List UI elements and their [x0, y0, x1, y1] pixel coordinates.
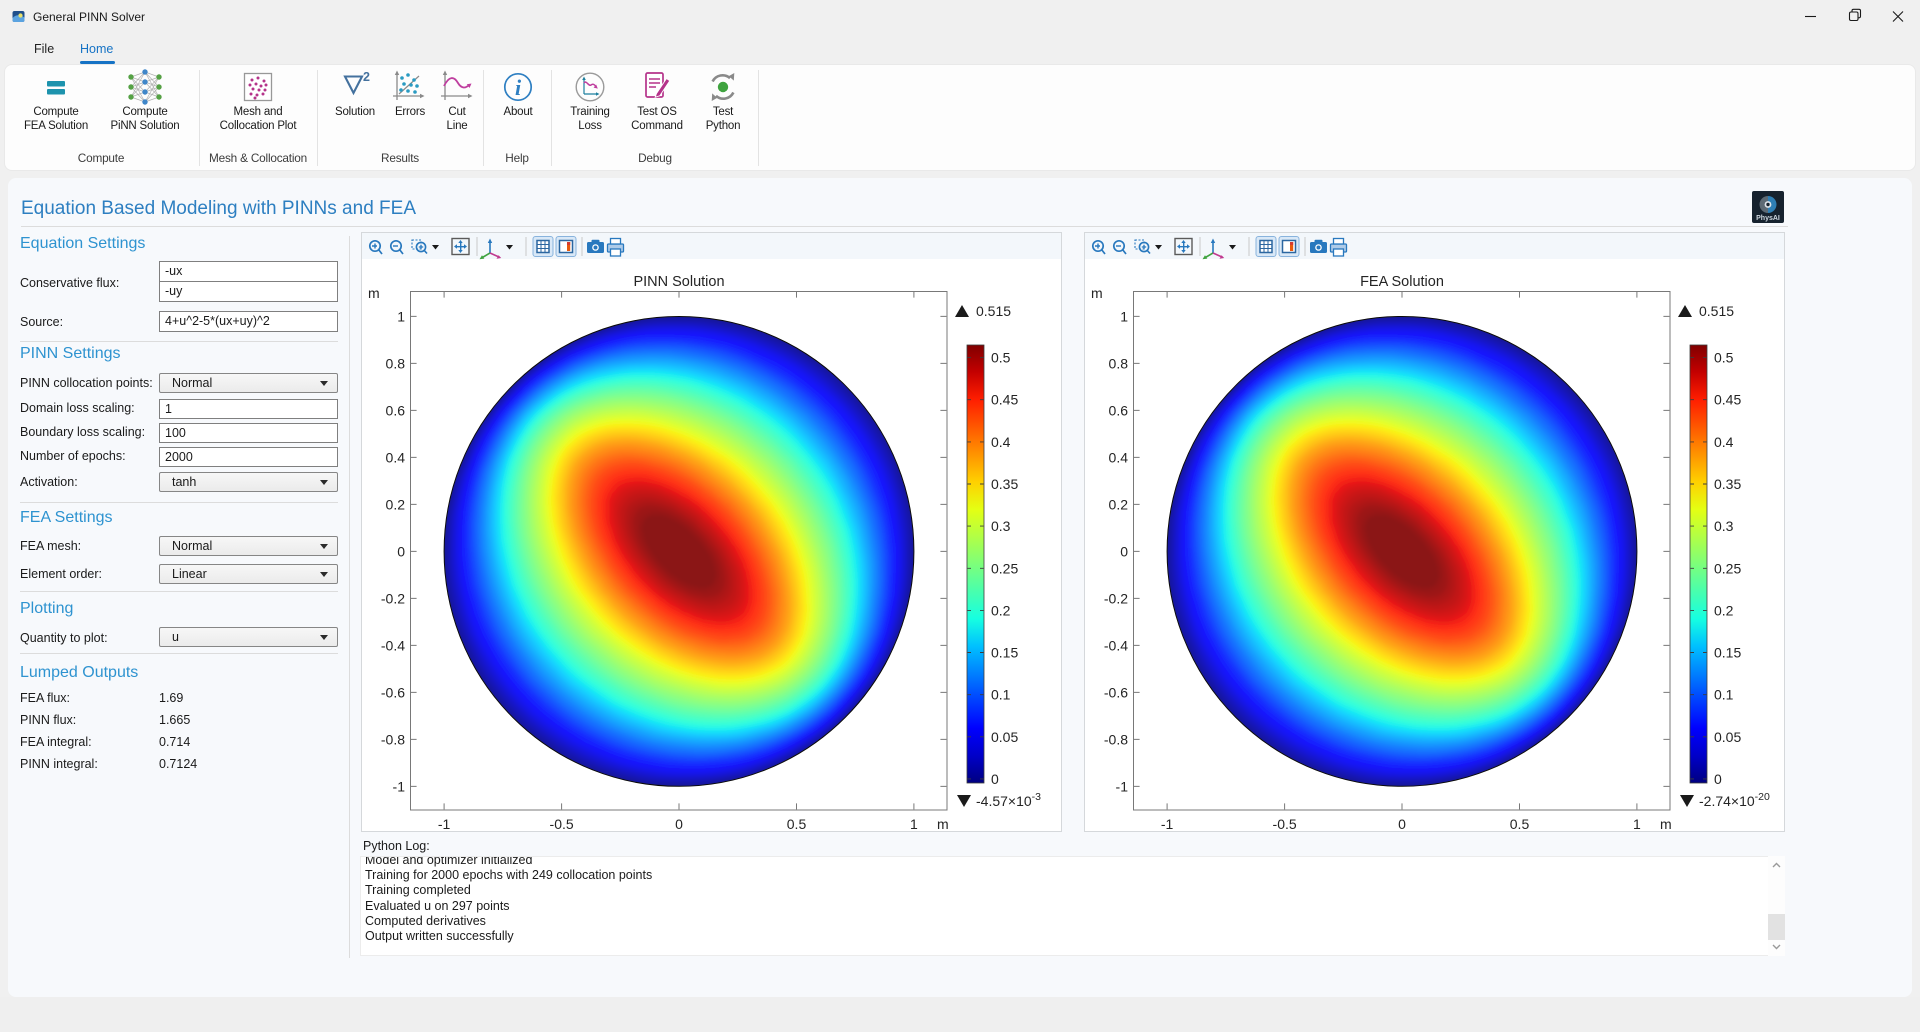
svg-text:-1: -1 [393, 778, 406, 794]
svg-text:-0.2: -0.2 [381, 590, 405, 606]
svg-text:0: 0 [1714, 771, 1722, 787]
svg-text:0.3: 0.3 [1714, 518, 1734, 534]
svg-text:-0.8: -0.8 [1104, 731, 1128, 747]
svg-text:0: 0 [397, 543, 405, 559]
svg-text:0.515: 0.515 [976, 303, 1011, 319]
svg-text:-0.4: -0.4 [381, 637, 405, 653]
svg-text:-0.4: -0.4 [1104, 637, 1128, 653]
svg-text:0: 0 [1398, 816, 1406, 832]
svg-text:0.3: 0.3 [991, 518, 1011, 534]
svg-text:-1: -1 [1116, 778, 1129, 794]
svg-text:i: i [515, 75, 522, 100]
svg-text:0.45: 0.45 [1714, 392, 1741, 408]
svg-text:m: m [937, 816, 949, 832]
svg-text:1: 1 [1633, 816, 1641, 832]
svg-text:0.1: 0.1 [1714, 687, 1734, 703]
svg-text:0: 0 [675, 816, 683, 832]
svg-text:0.1: 0.1 [991, 687, 1011, 703]
svg-text:0.05: 0.05 [991, 729, 1018, 745]
svg-text:0.6: 0.6 [386, 402, 406, 418]
svg-text:0.2: 0.2 [1714, 602, 1734, 618]
svg-text:0.8: 0.8 [1109, 355, 1129, 371]
svg-text:0.15: 0.15 [991, 645, 1018, 661]
svg-text:1: 1 [910, 816, 918, 832]
svg-text:-0.8: -0.8 [381, 731, 405, 747]
svg-text:-4.57×10-3: -4.57×10-3 [976, 791, 1041, 809]
svg-text:0.6: 0.6 [1109, 402, 1129, 418]
svg-text:0.15: 0.15 [1714, 645, 1741, 661]
svg-text:2: 2 [363, 70, 370, 84]
svg-text:0: 0 [991, 771, 999, 787]
svg-text:0.35: 0.35 [1714, 476, 1741, 492]
svg-text:0.25: 0.25 [1714, 560, 1741, 576]
svg-text:-0.6: -0.6 [1104, 684, 1128, 700]
svg-text:-0.5: -0.5 [550, 816, 574, 832]
svg-text:0.4: 0.4 [386, 449, 406, 465]
svg-text:0.2: 0.2 [1109, 496, 1129, 512]
svg-text:1: 1 [1120, 308, 1128, 324]
svg-text:0.2: 0.2 [991, 602, 1011, 618]
svg-text:0.4: 0.4 [991, 434, 1011, 450]
svg-text:0.515: 0.515 [1699, 303, 1734, 319]
svg-text:0.8: 0.8 [386, 355, 406, 371]
svg-text:PhysAI: PhysAI [1756, 215, 1780, 222]
svg-text:-0.5: -0.5 [1273, 816, 1297, 832]
svg-text:0.5: 0.5 [1510, 816, 1530, 832]
svg-text:-2.74×10-20: -2.74×10-20 [1699, 791, 1770, 809]
svg-text:0.5: 0.5 [787, 816, 807, 832]
svg-text:-1: -1 [438, 816, 451, 832]
svg-text:0.35: 0.35 [991, 476, 1018, 492]
svg-text:-0.6: -0.6 [381, 684, 405, 700]
svg-text:0.05: 0.05 [1714, 729, 1741, 745]
svg-text:0.5: 0.5 [991, 350, 1011, 366]
svg-text:0.2: 0.2 [386, 496, 406, 512]
svg-text:0: 0 [1120, 543, 1128, 559]
svg-text:PINN Solution: PINN Solution [633, 274, 724, 290]
svg-text:0.5: 0.5 [1714, 350, 1734, 366]
svg-text:-1: -1 [1161, 816, 1174, 832]
svg-text:0.4: 0.4 [1109, 449, 1129, 465]
svg-text:m: m [1091, 285, 1103, 301]
svg-text:0.45: 0.45 [991, 392, 1018, 408]
svg-text:m: m [368, 285, 380, 301]
svg-text:FEA Solution: FEA Solution [1360, 274, 1444, 290]
svg-text:-0.2: -0.2 [1104, 590, 1128, 606]
svg-text:m: m [1660, 816, 1672, 832]
svg-text:0.4: 0.4 [1714, 434, 1734, 450]
svg-text:0.25: 0.25 [991, 560, 1018, 576]
svg-text:1: 1 [397, 308, 405, 324]
